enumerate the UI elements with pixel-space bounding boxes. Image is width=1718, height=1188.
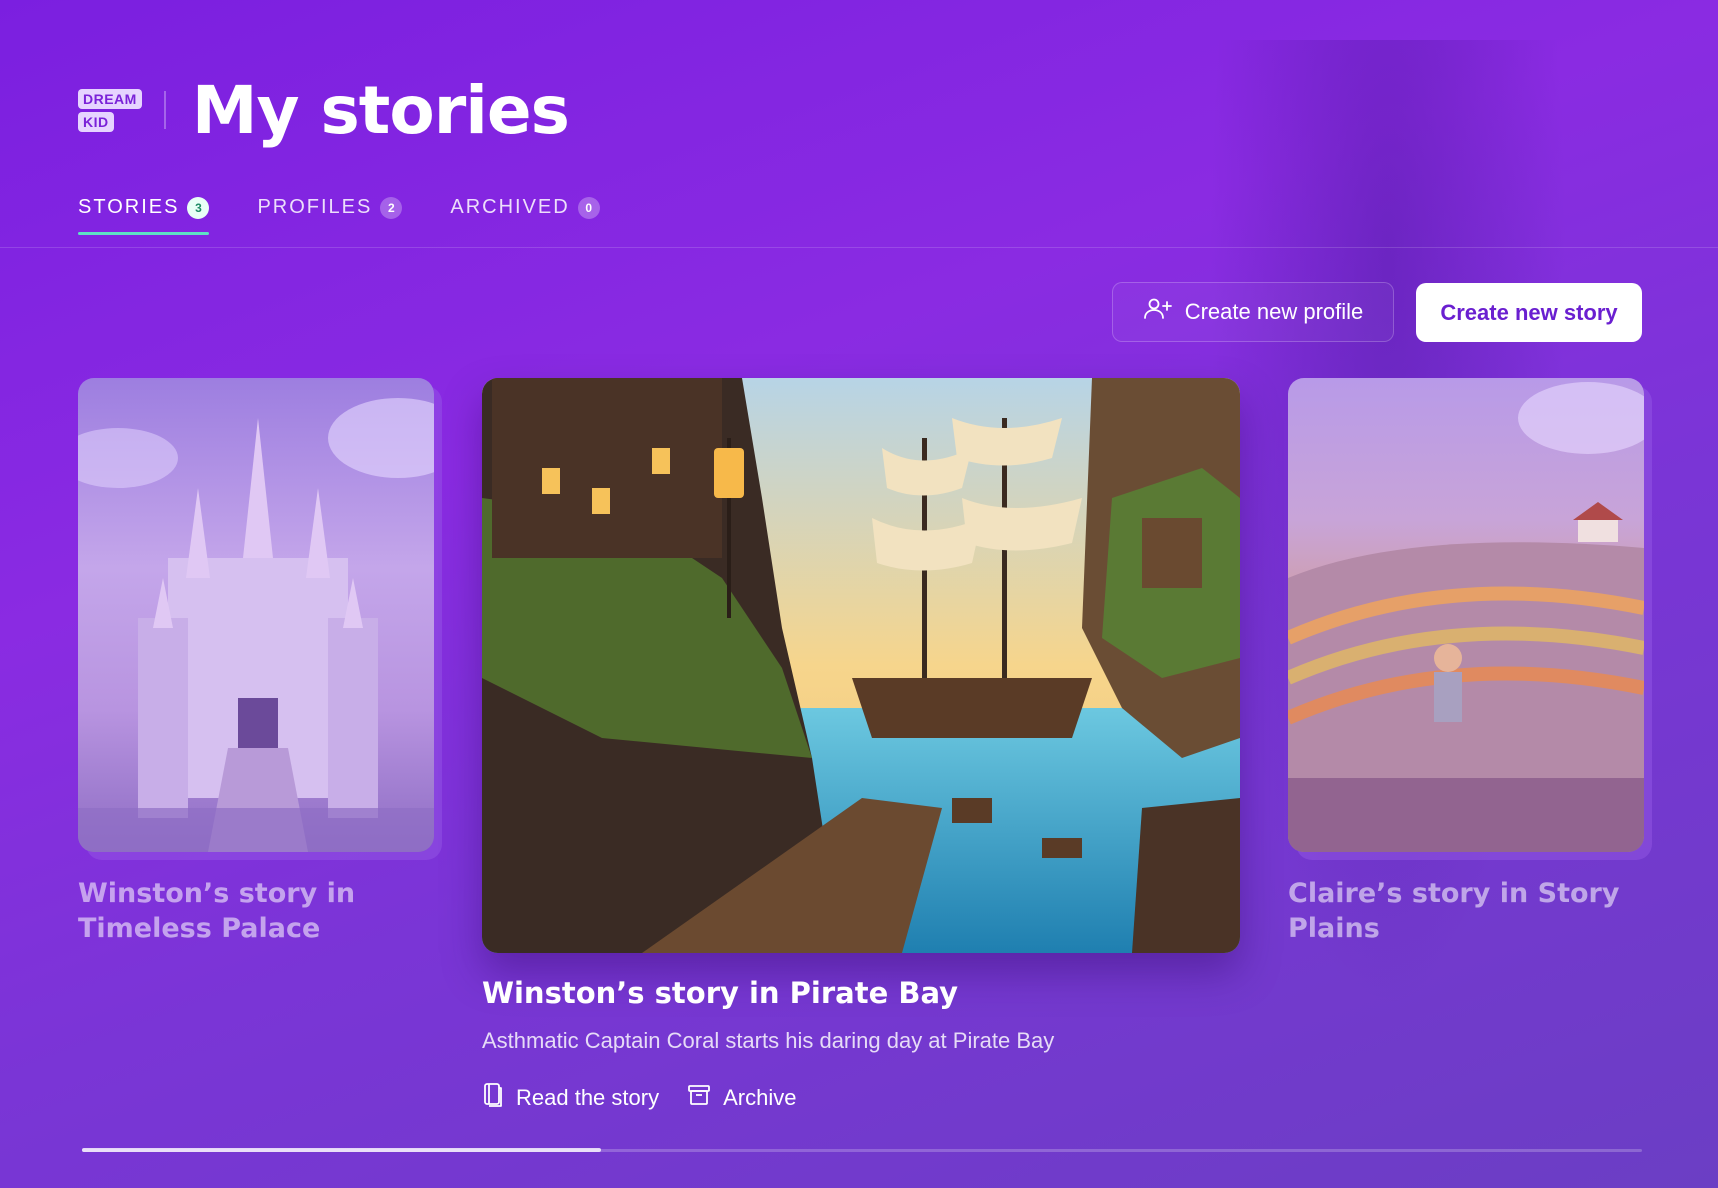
story-actions: Read the story Archive [482, 1082, 796, 1114]
dreamkid-logo[interactable]: DREAM KID [78, 88, 142, 132]
story-title-pirate-bay[interactable]: Winston’s story in Pirate Bay [482, 976, 958, 1011]
create-profile-button[interactable]: Create new profile [1112, 282, 1394, 342]
story-card-image-timeless-palace[interactable] [78, 378, 434, 852]
tab-stories[interactable]: STORIES 3 [78, 196, 210, 235]
tab-stories-count: 3 [187, 196, 210, 219]
tab-profiles-label: PROFILES [257, 196, 373, 218]
create-story-button[interactable]: Create new story [1416, 283, 1642, 342]
tab-archived[interactable]: ARCHIVED 0 [450, 196, 600, 235]
create-profile-label: Create new profile [1184, 299, 1364, 324]
tab-stories-label: STORIES [78, 196, 180, 218]
archive-label: Archive [723, 1085, 797, 1110]
tab-divider [0, 247, 1718, 248]
story-title-story-plains[interactable]: Claire’s story in Story Plains [1288, 876, 1648, 946]
page-title: My stories [191, 71, 570, 149]
tab-profiles[interactable]: PROFILES 2 [257, 196, 403, 235]
story-card-image-pirate-bay[interactable] [482, 378, 1240, 953]
page-header: DREAM KID My stories [78, 62, 570, 158]
header-divider [163, 91, 166, 129]
read-story-button[interactable]: Read the story [482, 1082, 659, 1114]
archive-box-icon [687, 1083, 711, 1113]
logo-line-kid: KID [78, 111, 114, 132]
tab-archived-count: 0 [577, 196, 600, 219]
story-description-pirate-bay: Asthmatic Captain Coral starts his darin… [482, 1028, 1055, 1053]
story-card-image-story-plains[interactable] [1288, 378, 1644, 852]
tab-archived-label: ARCHIVED [450, 196, 570, 218]
carousel-scroll-thumb[interactable] [82, 1148, 601, 1152]
book-icon [482, 1082, 504, 1114]
logo-line-dream: DREAM [78, 88, 142, 109]
story-title-timeless-palace[interactable]: Winston’s story in Timeless Palace [78, 876, 438, 946]
archive-button[interactable]: Archive [687, 1082, 796, 1114]
tab-bar: STORIES 3 PROFILES 2 ARCHIVED 0 [78, 196, 600, 235]
tab-profiles-count: 2 [380, 196, 403, 219]
read-story-label: Read the story [516, 1085, 660, 1110]
user-plus-icon [1143, 297, 1173, 327]
